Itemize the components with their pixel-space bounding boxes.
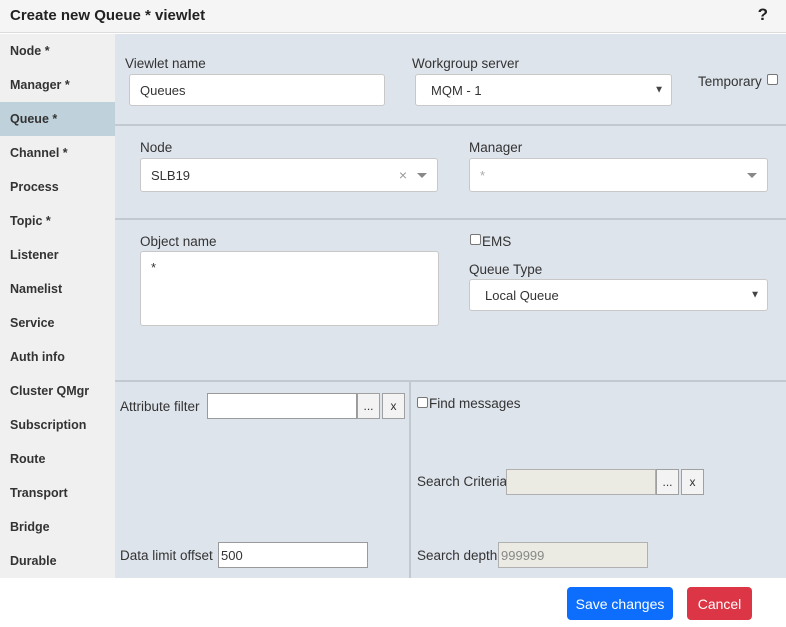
sidebar-item-channel[interactable]: Channel * [0, 136, 115, 170]
manager-label: Manager [469, 140, 523, 155]
ems-label: EMS [482, 234, 512, 249]
sidebar-item-service[interactable]: Service [0, 306, 115, 340]
sidebar-item-subscription[interactable]: Subscription [0, 408, 115, 442]
viewlet-section: Viewlet name Queues Workgroup server MQM… [115, 34, 786, 126]
node-select[interactable]: SLB19 × [140, 158, 438, 192]
node-value: SLB19 [151, 167, 191, 183]
workgroup-server-value: MQM - 1 [431, 82, 482, 98]
sidebar-item-listener[interactable]: Listener [0, 238, 115, 272]
workgroup-server-label: Workgroup server [412, 56, 520, 71]
manager-select[interactable]: * [469, 158, 768, 192]
sidebar-item-node[interactable]: Node * [0, 34, 115, 68]
sidebar-item-topic[interactable]: Topic * [0, 204, 115, 238]
attribute-filter-browse-button[interactable]: ... [357, 393, 380, 419]
sidebar-item-process[interactable]: Process [0, 170, 115, 204]
sidebar-item-auth-info[interactable]: Auth info [0, 340, 115, 374]
search-depth-input[interactable]: 999999 [498, 542, 648, 568]
manager-placeholder: * [480, 167, 486, 183]
queue-type-select[interactable]: Local Queue ▼ [469, 279, 768, 311]
attribute-filter-clear-button[interactable]: x [382, 393, 405, 419]
filter-section: Attribute filter ... x Find messages Sea… [115, 382, 786, 578]
object-name-textarea[interactable]: * [140, 251, 439, 326]
workgroup-server-select[interactable]: MQM - 1 ▼ [415, 74, 672, 106]
attribute-filter-label: Attribute filter [120, 399, 200, 414]
sidebar-item-manager[interactable]: Manager * [0, 68, 115, 102]
viewlet-name-value: Queues [140, 82, 186, 98]
sidebar-item-bridge[interactable]: Bridge [0, 510, 115, 544]
sidebar: Node * Manager * Queue * Channel * Proce… [0, 34, 115, 578]
search-depth-value: 999999 [501, 547, 545, 563]
sidebar-item-durable[interactable]: Durable [0, 544, 115, 578]
attribute-filter-input[interactable] [207, 393, 357, 419]
data-limit-offset-value: 500 [221, 547, 243, 563]
data-limit-offset-input[interactable]: 500 [218, 542, 368, 568]
dialog-header: Create new Queue * viewlet ? [0, 0, 786, 33]
object-section: Object name * EMS Queue Type Local Queue… [115, 220, 786, 382]
help-icon[interactable]: ? [758, 5, 768, 25]
queue-type-label: Queue Type [469, 262, 543, 277]
search-criteria-label: Search Criteria [417, 474, 508, 489]
sidebar-item-queue[interactable]: Queue * [0, 102, 115, 136]
main-panel: Viewlet name Queues Workgroup server MQM… [115, 34, 786, 578]
search-depth-label: Search depth [417, 548, 498, 563]
caret-down-icon: ▼ [750, 289, 760, 301]
chevron-down-icon[interactable] [747, 173, 757, 178]
search-criteria-browse-button[interactable]: ... [656, 469, 679, 495]
sidebar-item-route[interactable]: Route [0, 442, 115, 476]
find-messages-checkbox[interactable] [417, 397, 428, 408]
temporary-label: Temporary [698, 74, 762, 89]
dialog-title: Create new Queue * viewlet [10, 7, 206, 24]
dialog-footer: Save changes Cancel [0, 578, 786, 627]
temporary-checkbox[interactable] [767, 74, 778, 85]
cancel-button[interactable]: Cancel [687, 587, 752, 620]
node-manager-section: Node SLB19 × Manager * [115, 126, 786, 220]
viewlet-name-label: Viewlet name [125, 56, 206, 71]
node-label: Node [140, 140, 173, 155]
search-criteria-clear-button[interactable]: x [681, 469, 704, 495]
sidebar-item-transport[interactable]: Transport [0, 476, 115, 510]
queue-type-value: Local Queue [485, 287, 559, 303]
clear-icon[interactable]: × [399, 167, 407, 183]
caret-down-icon: ▼ [654, 84, 664, 96]
object-name-value: * [151, 260, 157, 275]
ems-checkbox[interactable] [470, 234, 481, 245]
search-criteria-input[interactable] [506, 469, 656, 495]
save-changes-button[interactable]: Save changes [567, 587, 673, 620]
object-name-label: Object name [140, 234, 217, 249]
vertical-divider [409, 382, 411, 578]
viewlet-name-input[interactable]: Queues [129, 74, 385, 106]
data-limit-offset-label: Data limit offset [120, 548, 213, 563]
find-messages-label: Find messages [429, 396, 521, 411]
chevron-down-icon[interactable] [417, 173, 427, 178]
sidebar-item-cluster-qmgr[interactable]: Cluster QMgr [0, 374, 115, 408]
sidebar-item-namelist[interactable]: Namelist [0, 272, 115, 306]
